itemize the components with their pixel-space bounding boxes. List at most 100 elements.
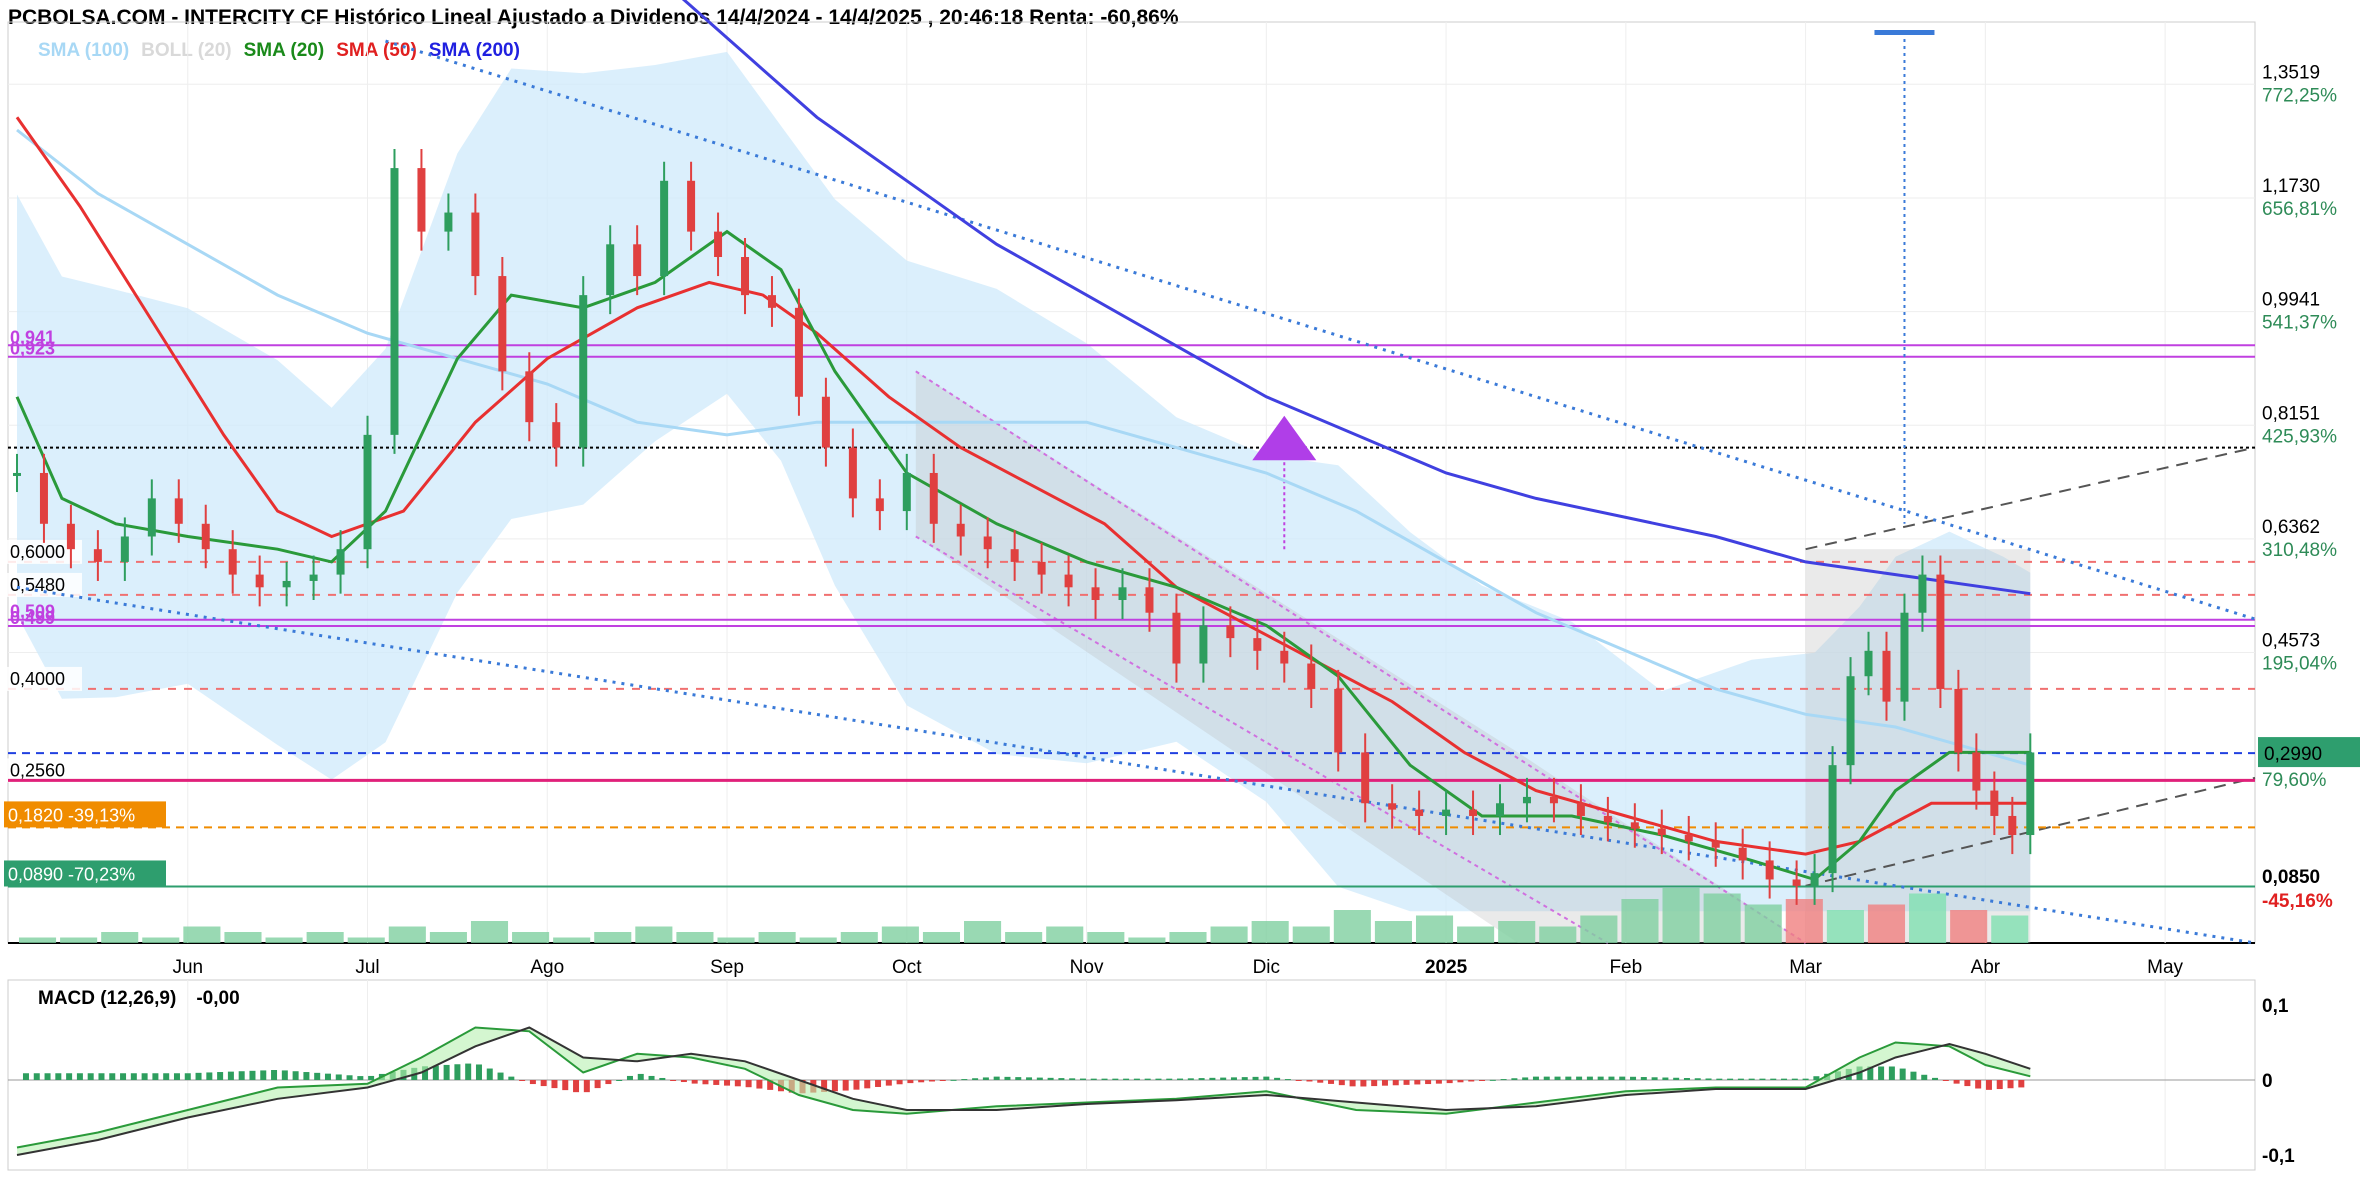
rising-channel-upper bbox=[1805, 446, 2256, 551]
macd-hist-bar-28 bbox=[324, 1073, 331, 1080]
macd-hist-bar-115 bbox=[1263, 1076, 1270, 1080]
target-marker bbox=[1874, 30, 1935, 35]
macd-hist-bar-110 bbox=[1209, 1077, 1216, 1080]
volume-bar-11 bbox=[470, 921, 509, 943]
macd-hist-bar-45 bbox=[508, 1076, 515, 1080]
macd-hist-bar-12 bbox=[152, 1073, 159, 1080]
macd-hist-bar-1 bbox=[33, 1073, 40, 1080]
candle-body-52 bbox=[1415, 809, 1424, 816]
macd-hist-bar-119 bbox=[1306, 1080, 1313, 1082]
month-label-0: Jun bbox=[172, 957, 203, 978]
candle-body-14 bbox=[390, 168, 399, 435]
macd-hist-bar-21 bbox=[249, 1070, 256, 1080]
candle-body-39 bbox=[1064, 574, 1073, 588]
volume-bar-33 bbox=[1374, 921, 1412, 943]
macd-hist-bar-138 bbox=[1511, 1078, 1518, 1080]
macd-hist-bar-112 bbox=[1230, 1077, 1237, 1080]
macd-hist-bar-40 bbox=[454, 1064, 461, 1080]
macd-hist-bar-84 bbox=[928, 1080, 935, 1082]
month-label-5: Nov bbox=[1070, 957, 1104, 978]
candle-body-21 bbox=[579, 295, 588, 448]
macd-hist-bar-88 bbox=[972, 1078, 979, 1080]
candle-body-67 bbox=[1810, 873, 1819, 886]
macd-hist-bar-125 bbox=[1371, 1080, 1378, 1087]
candle-body-8 bbox=[228, 549, 237, 575]
macd-hist-bar-146 bbox=[1597, 1076, 1604, 1080]
volume-bar-25 bbox=[1046, 926, 1084, 943]
candle-body-32 bbox=[875, 498, 884, 512]
volume-bar-13 bbox=[553, 937, 591, 943]
candle-body-53 bbox=[1442, 809, 1451, 816]
candle-body-71 bbox=[1882, 650, 1891, 702]
macd-hist-bar-47 bbox=[529, 1080, 536, 1085]
macd-hist-bar-184 bbox=[2007, 1080, 2014, 1089]
volume-bar-44 bbox=[1826, 910, 1864, 943]
macd-hist-bar-63 bbox=[702, 1080, 709, 1085]
macd-hist-bar-130 bbox=[1425, 1080, 1432, 1085]
macd-hist-bar-144 bbox=[1576, 1076, 1583, 1080]
macd-hist-bar-129 bbox=[1414, 1080, 1421, 1085]
candle-body-75 bbox=[1954, 688, 1963, 753]
macd-hist-bar-178 bbox=[1942, 1080, 1949, 1081]
macd-hist-bar-79 bbox=[875, 1080, 882, 1087]
volume-bar-16 bbox=[676, 932, 714, 943]
macd-hist-bar-101 bbox=[1112, 1078, 1119, 1080]
macd-hist-bar-6 bbox=[87, 1073, 94, 1080]
macd-hist-bar-177 bbox=[1932, 1077, 1939, 1080]
macd-hist-bar-19 bbox=[227, 1071, 234, 1080]
volume-bar-45 bbox=[1867, 904, 1906, 943]
macd-hist-bar-136 bbox=[1489, 1079, 1496, 1081]
macd-tick-0: 0,1 bbox=[2262, 996, 2289, 1017]
y-tick-label-2: 0,9941 bbox=[2262, 290, 2320, 311]
level-label-1: 0,5480 bbox=[10, 575, 65, 595]
candle-body-24 bbox=[660, 180, 669, 277]
month-label-9: Mar bbox=[1789, 957, 1822, 978]
candle-body-41 bbox=[1118, 587, 1127, 601]
macd-hist-bar-11 bbox=[141, 1073, 148, 1080]
macd-hist-bar-116 bbox=[1274, 1077, 1281, 1080]
macd-hist-bar-61 bbox=[680, 1080, 687, 1083]
macd-hist-bar-93 bbox=[1026, 1077, 1033, 1080]
price-chart[interactable]: Jun Jul Ago Sep Oct Nov Dic 2025 Feb Mar Abr May 1,3… bbox=[0, 0, 2360, 1186]
macd-hist-bar-32 bbox=[368, 1075, 375, 1080]
candle-body-5 bbox=[147, 498, 156, 537]
macd-hist-bar-105 bbox=[1155, 1078, 1162, 1080]
candle-body-72 bbox=[1900, 612, 1909, 702]
y-tick-label-1: 1,1730 bbox=[2262, 176, 2320, 197]
y-tick-label-3: 0,8151 bbox=[2262, 403, 2320, 424]
volume-bar-8 bbox=[347, 937, 385, 943]
macd-hist-bar-26 bbox=[303, 1072, 310, 1080]
macd-hist-bar-52 bbox=[583, 1080, 590, 1093]
macd-hist-bar-134 bbox=[1468, 1080, 1475, 1082]
macd-hist-bar-62 bbox=[691, 1080, 698, 1084]
macd-hist-bar-10 bbox=[130, 1073, 137, 1080]
volume-bar-1 bbox=[60, 937, 98, 943]
macd-hist-bar-113 bbox=[1241, 1077, 1248, 1080]
macd-hist-bar-15 bbox=[184, 1073, 191, 1080]
macd-hist-bar-152 bbox=[1662, 1077, 1669, 1080]
macd-hist-bar-5 bbox=[76, 1073, 83, 1080]
candle-body-30 bbox=[821, 396, 830, 448]
candle-body-18 bbox=[498, 276, 507, 372]
level-purple-label-1: 0,923 bbox=[10, 339, 55, 359]
macd-hist-bar-4 bbox=[66, 1073, 73, 1080]
candle-body-36 bbox=[983, 536, 992, 550]
macd-hist-bar-155 bbox=[1694, 1078, 1701, 1080]
volume-bar-10 bbox=[429, 932, 467, 943]
macd-hist-bar-172 bbox=[1878, 1066, 1885, 1080]
macd-hist-bar-20 bbox=[238, 1071, 245, 1080]
macd-hist-bar-137 bbox=[1500, 1079, 1507, 1081]
macd-hist-bar-181 bbox=[1975, 1080, 1982, 1089]
macd-hist-bar-102 bbox=[1123, 1078, 1130, 1080]
candle-body-34 bbox=[929, 472, 938, 524]
candle-body-28 bbox=[767, 295, 776, 308]
volume-bar-18 bbox=[758, 932, 796, 943]
macd-hist-bar-147 bbox=[1608, 1076, 1615, 1080]
candle-body-73 bbox=[1918, 574, 1927, 613]
macd-hist-bar-85 bbox=[939, 1080, 946, 1081]
candle-body-25 bbox=[687, 180, 696, 232]
candle-body-55 bbox=[1496, 803, 1505, 816]
volume-bar-48 bbox=[1991, 915, 2029, 943]
macd-hist-bar-143 bbox=[1565, 1076, 1572, 1080]
macd-fill bbox=[17, 1027, 2031, 1155]
